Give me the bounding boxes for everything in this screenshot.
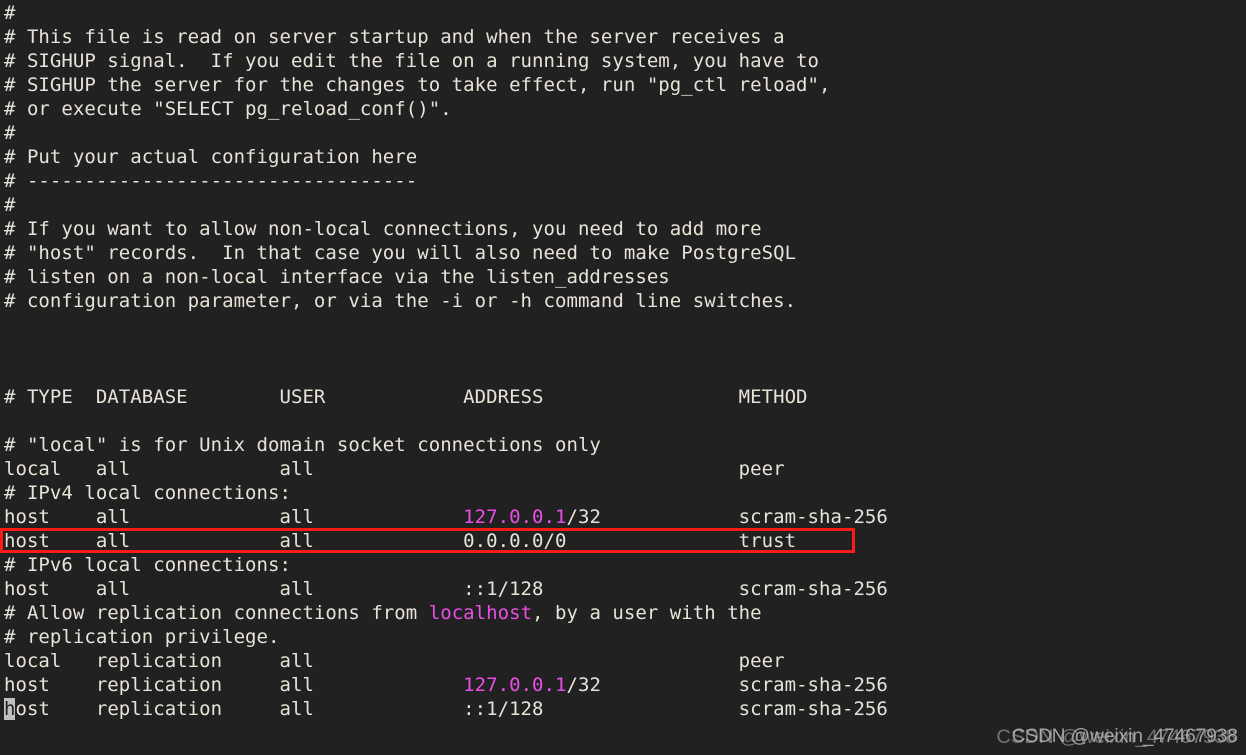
line-segment: local all all peer (4, 458, 785, 480)
config-line[interactable]: # (4, 193, 888, 217)
line-segment: # SIGHUP the server for the changes to t… (4, 74, 831, 96)
line-segment: # Allow replication connections from (4, 602, 429, 624)
line-segment: # ---------------------------------- (4, 170, 418, 192)
line-segment: # "local" is for Unix domain socket conn… (4, 434, 601, 456)
config-line[interactable]: # ---------------------------------- (4, 169, 888, 193)
config-line[interactable]: # Allow replication connections from loc… (4, 601, 888, 625)
line-segment: # (4, 194, 16, 216)
config-line[interactable]: # IPv6 local connections: (4, 553, 888, 577)
line-segment: # This file is read on server startup an… (4, 26, 785, 48)
line-segment: host all all ::1/128 scram-sha-256 (4, 578, 888, 600)
config-line[interactable]: host replication all ::1/128 scram-sha-2… (4, 697, 888, 721)
config-line[interactable]: # or execute "SELECT pg_reload_conf()". (4, 97, 888, 121)
line-segment: # SIGHUP signal. If you edit the file on… (4, 50, 820, 72)
line-segment: # IPv4 local connections: (4, 482, 291, 504)
config-line[interactable]: # listen on a non-local interface via th… (4, 265, 888, 289)
line-segment: # configuration parameter, or via the -i… (4, 290, 797, 312)
config-line[interactable]: # SIGHUP signal. If you edit the file on… (4, 49, 888, 73)
config-line[interactable]: # This file is read on server startup an… (4, 25, 888, 49)
config-line[interactable]: host replication all 127.0.0.1/32 scram-… (4, 673, 888, 697)
config-line[interactable]: # SIGHUP the server for the changes to t… (4, 73, 888, 97)
line-segment: # "host" records. In that case you will … (4, 242, 797, 264)
line-segment: # TYPE DATABASE USER ADDRESS METHOD (4, 386, 808, 408)
config-line[interactable]: host all all 127.0.0.1/32 scram-sha-256 (4, 505, 888, 529)
line-segment: 127.0.0.1 (463, 674, 567, 696)
line-segment: # If you want to allow non-local connect… (4, 218, 762, 240)
line-segment: host replication all (4, 674, 464, 696)
line-segment: /32 scram-sha-256 (566, 674, 888, 696)
config-line[interactable]: # TYPE DATABASE USER ADDRESS METHOD (4, 385, 888, 409)
config-line[interactable]: host all all ::1/128 scram-sha-256 (4, 577, 888, 601)
config-line[interactable]: local all all peer (4, 457, 888, 481)
line-segment: # or execute "SELECT pg_reload_conf()". (4, 98, 452, 120)
config-line[interactable] (4, 337, 888, 361)
line-segment: # replication privilege. (4, 626, 280, 648)
config-line[interactable]: # (4, 1, 888, 25)
config-line[interactable] (4, 313, 888, 337)
line-segment: host all all (4, 506, 464, 528)
line-segment: localhost (428, 602, 533, 624)
config-line[interactable]: # Put your actual configuration here (4, 145, 888, 169)
line-segment: /32 scram-sha-256 (566, 506, 888, 528)
line-segment: 127.0.0.1 (463, 506, 567, 528)
line-segment: host all all 0.0.0.0/0 trust (4, 530, 797, 552)
line-segment: # (4, 2, 16, 24)
line-segment (4, 362, 15, 384)
config-line[interactable]: local replication all peer (4, 649, 888, 673)
config-line-highlighted[interactable]: host all all 0.0.0.0/0 trust (4, 529, 888, 553)
config-line[interactable]: # IPv4 local connections: (4, 481, 888, 505)
line-segment: # (4, 122, 16, 144)
config-line[interactable] (4, 361, 888, 385)
line-segment (4, 410, 15, 432)
line-segment: local replication all peer (4, 650, 785, 672)
terminal-window[interactable]: # # This file is read on server startup a… (0, 0, 1246, 755)
config-line[interactable]: # (4, 121, 888, 145)
config-line[interactable]: # replication privilege. (4, 625, 888, 649)
text-cursor: h (4, 698, 16, 720)
config-line[interactable]: # "host" records. In that case you will … (4, 241, 888, 265)
line-segment: , by a user with the (532, 602, 762, 624)
line-segment: ost replication all ::1/128 scram-sha-25… (15, 698, 888, 720)
config-line[interactable]: # If you want to allow non-local connect… (4, 217, 888, 241)
line-segment (4, 338, 15, 360)
file-content[interactable]: # # This file is read on server startup a… (4, 1, 888, 721)
line-segment (4, 314, 15, 336)
line-segment: # listen on a non-local interface via th… (4, 266, 670, 288)
line-segment: # Put your actual configuration here (4, 146, 418, 168)
watermark-overlay-text: CSDN @weixin_47467938 (996, 727, 1236, 748)
watermark: CSDN @weixin_47467938 CSDN @weixin_47467… (996, 725, 1238, 749)
config-line[interactable]: # "local" is for Unix domain socket conn… (4, 433, 888, 457)
config-line[interactable]: # configuration parameter, or via the -i… (4, 289, 888, 313)
line-segment: # IPv6 local connections: (4, 554, 291, 576)
config-line[interactable] (4, 409, 888, 433)
